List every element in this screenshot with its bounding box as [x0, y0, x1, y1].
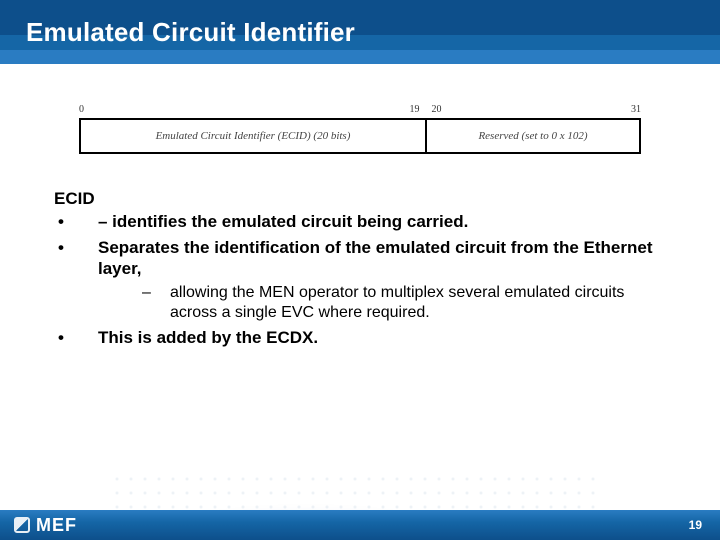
bullet-text: – identifies the emulated circuit being …	[98, 212, 468, 231]
logo-glyph-icon	[14, 517, 30, 533]
footer-bar: MEF 19	[0, 510, 720, 540]
bullet-text: Separates the identification of the emul…	[98, 238, 652, 278]
page-number: 19	[689, 518, 702, 532]
logo-text: MEF	[36, 515, 77, 536]
bit-label-20: 20	[431, 104, 441, 115]
sub-bullet-text: allowing the MEN operator to multiplex s…	[170, 284, 624, 321]
diagram-area: 0 19 20 31 Emulated Circuit Identifier (…	[0, 64, 720, 164]
body-text: ECID – identifies the emulated circuit b…	[0, 164, 720, 348]
bullet-list: – identifies the emulated circuit being …	[54, 211, 666, 348]
slide-title: Emulated Circuit Identifier	[26, 17, 355, 48]
bullet-text: This is added by the ECDX.	[98, 328, 318, 347]
bullet-item: – identifies the emulated circuit being …	[54, 211, 666, 232]
sub-bullet-list: allowing the MEN operator to multiplex s…	[98, 283, 666, 323]
bullet-item: Separates the identification of the emul…	[54, 237, 666, 324]
bit-label-0: 0	[79, 104, 84, 115]
slide: Emulated Circuit Identifier 0 19 20 31 E…	[0, 0, 720, 540]
field-diagram: Emulated Circuit Identifier (ECID) (20 b…	[79, 118, 641, 154]
ecid-field: Emulated Circuit Identifier (ECID) (20 b…	[81, 120, 427, 152]
sub-bullet-item: allowing the MEN operator to multiplex s…	[98, 283, 666, 323]
mef-logo: MEF	[14, 515, 77, 536]
reserved-field: Reserved (set to 0 x 102)	[427, 120, 639, 152]
bit-ruler: 0 19 20 31	[79, 104, 641, 116]
bit-label-31: 31	[631, 104, 641, 115]
bit-label-19: 19	[409, 104, 419, 115]
bullet-item: This is added by the ECDX.	[54, 327, 666, 348]
body-heading: ECID	[54, 188, 666, 209]
title-banner: Emulated Circuit Identifier	[0, 0, 720, 64]
